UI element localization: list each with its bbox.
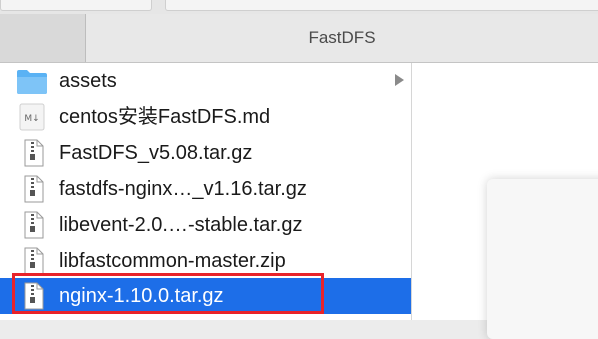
file-name: libfastcommon-master.zip — [59, 250, 286, 272]
disclosure-chevron-icon[interactable] — [395, 74, 404, 86]
toolbar-segment[interactable] — [165, 0, 598, 11]
list-item-assets[interactable]: assets — [0, 63, 411, 99]
tab-title: FastDFS — [308, 28, 376, 47]
archive-file-icon — [24, 211, 44, 239]
file-name: assets — [59, 70, 117, 92]
list-item-markdown[interactable]: M↓ centos安装FastDFS.md — [0, 99, 411, 135]
archive-file-icon — [24, 139, 44, 167]
file-name: libevent-2.0.…-stable.tar.gz — [59, 214, 303, 236]
tab-bar: FastDFS — [0, 14, 598, 63]
archive-file-icon — [24, 247, 44, 275]
list-item-archive[interactable]: fastdfs-nginx…_v1.16.tar.gz — [0, 171, 411, 207]
archive-file-icon — [24, 175, 44, 203]
list-item-archive[interactable]: libevent-2.0.…-stable.tar.gz — [0, 207, 411, 243]
file-name: FastDFS_v5.08.tar.gz — [59, 142, 253, 164]
folder-icon — [17, 70, 47, 94]
tab-previous[interactable] — [0, 14, 86, 62]
toolbar-strip — [0, 0, 598, 15]
file-name: nginx-1.10.0.tar.gz — [59, 285, 224, 307]
list-item-selected[interactable]: nginx-1.10.0.tar.gz — [0, 278, 411, 314]
archive-file-icon — [24, 282, 44, 310]
list-item-archive[interactable]: FastDFS_v5.08.tar.gz — [0, 135, 411, 171]
file-name: centos安装FastDFS.md — [59, 106, 271, 128]
list-item-archive[interactable]: libfastcommon-master.zip — [0, 243, 411, 279]
tab-fastdfs[interactable]: FastDFS — [86, 14, 598, 62]
markdown-file-icon: M↓ — [19, 103, 45, 131]
preview-column — [412, 63, 598, 339]
toolbar-segment[interactable] — [0, 0, 152, 11]
file-name: fastdfs-nginx…_v1.16.tar.gz — [59, 178, 307, 200]
markdown-badge: M↓ — [24, 114, 39, 124]
file-list-column: assets M↓ centos安装FastDFS.md FastDFS_v5.… — [0, 63, 412, 320]
file-preview-card — [487, 179, 598, 339]
